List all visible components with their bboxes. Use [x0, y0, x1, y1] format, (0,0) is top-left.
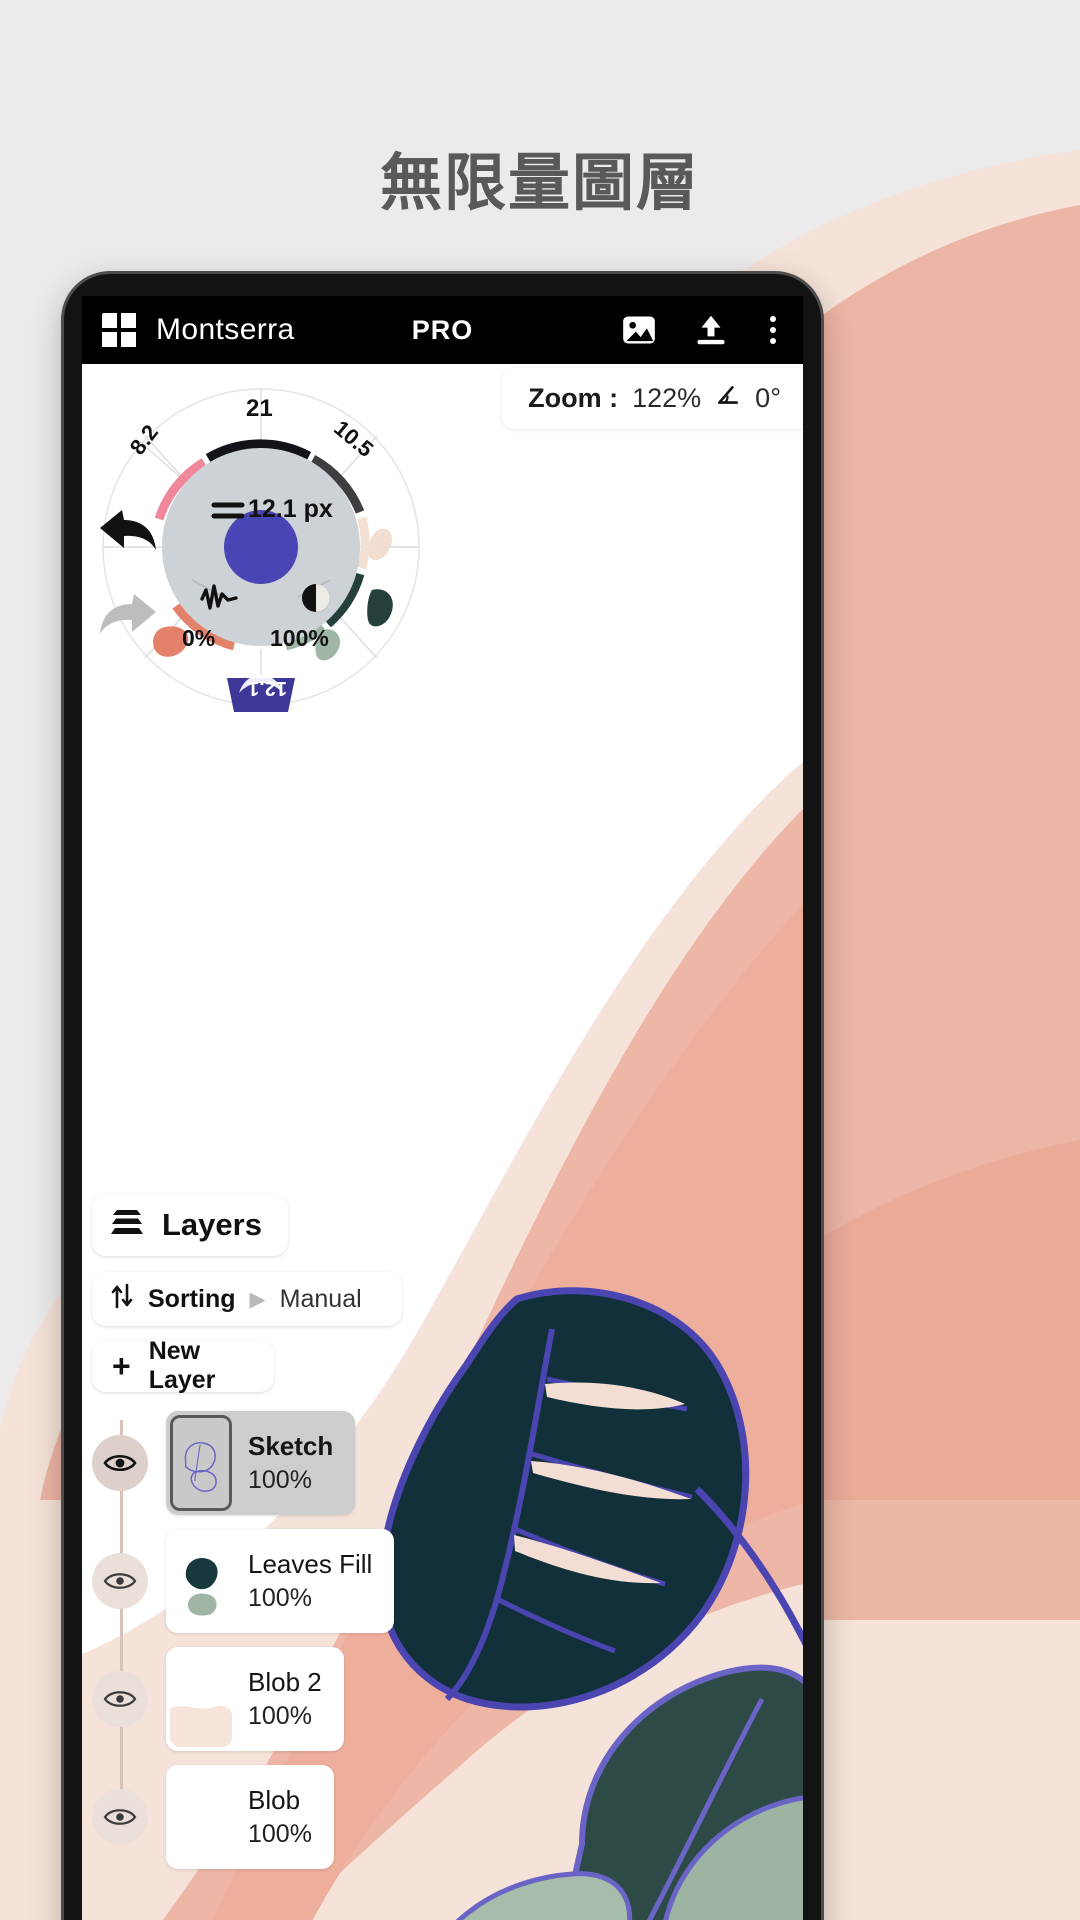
new-layer-label: New Layer — [148, 1337, 216, 1394]
layer-opacity: 100% — [248, 1820, 312, 1848]
layer-list: Sketch 100% Leaves Fill 100% Blob 2 100%… — [92, 1410, 402, 1870]
layer-name: Blob 2 — [248, 1667, 322, 1697]
upload-icon[interactable] — [691, 310, 731, 350]
rotation-value: 0° — [755, 383, 781, 413]
page-title: 無限量圖層 — [379, 146, 700, 219]
zoom-label: Zoom : — [528, 383, 619, 413]
layer-name: Leaves Fill — [248, 1549, 373, 1579]
eye-icon[interactable] — [92, 1553, 148, 1609]
plus-icon: + — [112, 1348, 131, 1384]
layers-title: Layers — [162, 1207, 262, 1242]
more-vertical-icon[interactable] — [763, 316, 783, 344]
layer-name: Sketch — [248, 1431, 334, 1461]
eye-icon[interactable] — [92, 1789, 148, 1845]
layers-header[interactable]: Layers — [92, 1194, 288, 1256]
layer-thumbnail — [170, 1651, 232, 1747]
grid-icon[interactable] — [102, 313, 136, 347]
phone-mockup: Montserra PRO Zoom: 122% 0° 8.2 21 10.5… — [64, 274, 821, 1920]
pro-badge[interactable]: PRO — [412, 315, 474, 346]
redo-arrow-icon[interactable] — [96, 586, 158, 643]
layer-name: Blob — [248, 1785, 301, 1815]
eye-icon[interactable] — [92, 1435, 148, 1491]
table-row[interactable]: Blob 2 100% — [92, 1646, 402, 1752]
layer-opacity: 100% — [248, 1466, 312, 1494]
phone-screen: Montserra PRO Zoom: 122% 0° 8.2 21 10.5… — [82, 296, 803, 1920]
layer-card[interactable]: Sketch 100% — [166, 1411, 356, 1515]
table-row[interactable]: Leaves Fill 100% — [92, 1528, 402, 1634]
undo-arrow-icon[interactable] — [98, 504, 160, 561]
angle-icon — [715, 382, 741, 415]
layers-stack-icon — [110, 1209, 144, 1242]
layer-card[interactable]: Blob 100% — [166, 1765, 334, 1869]
sorting-label: Sorting — [148, 1284, 236, 1313]
image-icon[interactable] — [619, 310, 659, 350]
sorting-value: Manual — [279, 1284, 362, 1313]
layer-card[interactable]: Blob 2 100% — [166, 1647, 344, 1751]
layer-thumbnail — [170, 1769, 232, 1865]
layer-opacity: 100% — [248, 1584, 312, 1612]
sort-arrows-icon — [110, 1283, 134, 1316]
app-toolbar: Montserra PRO — [82, 296, 803, 364]
table-row[interactable]: Sketch 100% — [92, 1410, 402, 1516]
drawing-canvas[interactable]: Zoom : 122% 0° 8.2 21 10.5 12.1 px 0% 10… — [82, 364, 803, 1920]
chevron-right-icon: ▶ — [249, 1287, 266, 1311]
eye-icon[interactable] — [92, 1671, 148, 1727]
layer-opacity: 100% — [248, 1702, 312, 1730]
app-title: Montserra — [156, 313, 295, 346]
layer-card[interactable]: Leaves Fill 100% — [166, 1529, 395, 1633]
layer-thumbnail — [170, 1415, 232, 1511]
sorting-row[interactable]: Sorting ▶ Manual — [92, 1272, 402, 1326]
zoom-indicator: Zoom : 122% 0° — [502, 368, 803, 429]
layer-thumbnail — [170, 1533, 232, 1629]
zoom-value: 122% — [632, 383, 702, 413]
layers-panel: Layers Sorting ▶ Manual + New Layer Sket… — [92, 1194, 402, 1882]
table-row[interactable]: Blob 100% — [92, 1764, 402, 1870]
new-layer-button[interactable]: + New Layer — [92, 1337, 274, 1394]
